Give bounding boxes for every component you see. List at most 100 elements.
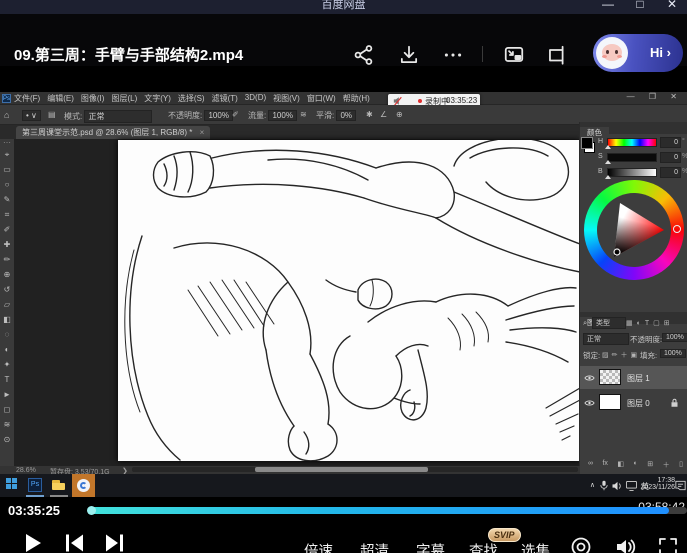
lock-position-icon: ＋ <box>621 352 631 359</box>
ps-smoothing-value: 0% <box>336 110 356 121</box>
taskbar-explorer-icon <box>52 480 65 490</box>
layers-lock-row: 锁定: ▨✏＋▣ 填充: 100% <box>580 348 687 361</box>
tray-chevron-icon: ∧ <box>590 481 595 489</box>
ps-status-bar: 28.6% 暂存盘: 3.53/70.1G ❯ <box>0 466 580 474</box>
progress-fill <box>88 507 669 514</box>
saturation-slider-thumb <box>605 160 611 164</box>
ps-flow-label: 流量: <box>248 111 266 120</box>
app-title: 百度网盘 <box>322 0 366 12</box>
ps-menu-bar: Ps 文件(F) 编辑(E) 图像(I) 图层(L) 文字(Y) 选择(S) 滤… <box>0 92 687 105</box>
tool-move-icon: ⌖ <box>0 147 14 162</box>
layers-search-icon: ⌕ <box>583 318 587 328</box>
ps-zoom-level: 28.6% <box>16 467 36 474</box>
share-button[interactable] <box>353 44 375 66</box>
ps-home-icon: ⌂ <box>4 110 9 120</box>
ps-smoothing-options-icon: ✱ <box>366 110 373 119</box>
sketch-shoulder-ball <box>454 140 568 200</box>
next-button[interactable] <box>103 531 127 553</box>
layer1-visibility-icon <box>584 374 595 382</box>
audio-mode-button[interactable] <box>570 536 592 553</box>
ps-mode-value: 正常 <box>84 110 152 123</box>
layers-adjustment-icon: ◐ <box>634 460 638 470</box>
avatar <box>596 37 628 69</box>
playlist-button[interactable]: 选集 <box>521 540 550 553</box>
saturation-slider <box>607 153 657 162</box>
sketch-bent-arm <box>125 236 337 461</box>
tray-microphone-icon <box>600 480 608 491</box>
next-icon <box>103 531 127 553</box>
tool-eraser-icon: ▱ <box>0 297 14 312</box>
ps-brush-preset-icon: • ∨ <box>22 110 41 121</box>
account-button[interactable]: Hi › <box>593 34 683 72</box>
ps-menu-view: 视图(V) <box>273 93 300 104</box>
layer1-name: 图层 1 <box>627 373 650 384</box>
tool-path-select-icon: ► <box>0 387 14 402</box>
tool-heal-icon: ✚ <box>0 237 14 252</box>
brightness-slider <box>607 168 657 177</box>
play-icon <box>20 531 44 553</box>
tool-gradient-icon: ◧ <box>0 312 14 327</box>
layers-fill-label: 填充: <box>640 350 657 361</box>
layers-mask-icon: ◧ <box>617 460 624 470</box>
ps-menu-filter: 滤镜(T) <box>212 93 238 104</box>
avatar-greeting: Hi › <box>650 45 671 60</box>
ps-brush-panel-toggle-icon: ▤ <box>48 110 56 119</box>
layer0-thumbnail <box>599 394 621 410</box>
play-button[interactable] <box>20 531 44 553</box>
pip-button[interactable] <box>503 44 525 66</box>
more-button[interactable] <box>442 44 464 66</box>
tray-volume-icon <box>612 481 623 491</box>
tray-network-icon <box>626 481 637 491</box>
tray-notifications-icon <box>675 480 686 491</box>
layer0-lock-icon <box>670 398 679 408</box>
player-controls: 倍速 超清 字幕 查找 选集 SVIP <box>0 524 687 553</box>
video-surface[interactable]: Ps 文件(F) 编辑(E) 图像(I) 图层(L) 文字(Y) 选择(S) 滤… <box>0 92 687 497</box>
previous-button[interactable] <box>62 531 86 553</box>
layer-row-0: 图层 0 <box>580 391 687 414</box>
blend-mode-select: 正常 <box>583 333 629 345</box>
ps-smoothing-label: 平滑: <box>316 111 334 120</box>
fullscreen-button[interactable] <box>657 536 679 553</box>
download-button[interactable] <box>398 44 420 66</box>
recorder-time: 03:35:23 <box>446 96 477 105</box>
ps-menu-layer: 图层(L) <box>111 93 137 104</box>
volume-button[interactable] <box>614 536 636 553</box>
hue-slider-thumb <box>605 145 611 149</box>
svip-badge: SVIP <box>488 528 521 542</box>
tool-zoom-icon: ⊙ <box>0 432 14 447</box>
tool-shape-icon: ◻ <box>0 402 14 417</box>
audio-mode-icon <box>570 536 592 553</box>
tool-blur-icon: ◌ <box>0 327 14 342</box>
layers-effects-icon: fx <box>602 460 607 470</box>
progress-start-cap <box>87 506 96 515</box>
ps-toolbox: ⋯ ⌖▭○✎⌗✐✚✏⊕↺▱◧◌◐✦T►◻≋⊙ <box>0 139 15 474</box>
quality-button[interactable]: 超清 <box>360 540 389 553</box>
mini-player-icon <box>545 44 567 66</box>
filter-shape-icon: ▢ <box>653 320 664 327</box>
lock-pixels-icon: ✏ <box>612 352 621 359</box>
ps-logo-icon: Ps <box>2 94 11 103</box>
ps-horizontal-scrollbar <box>132 467 578 472</box>
tray-time: 17:38 <box>640 477 675 484</box>
minimize-button[interactable]: — <box>600 0 616 11</box>
progress-bar[interactable] <box>88 507 687 514</box>
lock-transparent-icon: ▨ <box>602 352 612 359</box>
lock-all-icon: ▣ <box>631 352 641 359</box>
video-title: 09.第三周：手臂与手部结构2.mp4 <box>14 44 243 65</box>
mini-player-button[interactable] <box>545 44 567 66</box>
speed-button[interactable]: 倍速 <box>304 540 333 553</box>
saturation-value: 0 <box>660 152 681 163</box>
subtitles-button[interactable]: 字幕 <box>416 540 445 553</box>
ps-menu-help: 帮助(H) <box>343 93 370 104</box>
app-window: 百度网盘 — □ ✕ 09.第三周：手臂与手部结构2.mp4 <box>0 0 687 553</box>
layers-fill-value: 100% <box>660 349 686 358</box>
header: 09.第三周：手臂与手部结构2.mp4 <box>0 14 687 66</box>
maximize-button[interactable]: □ <box>632 0 648 11</box>
hue-value: 0 <box>660 137 681 148</box>
ps-canvas-region <box>14 139 580 466</box>
saturation-slider-row: S 0 % <box>598 152 686 161</box>
color-wheel <box>584 180 684 280</box>
tool-marquee-icon: ▭ <box>0 162 14 177</box>
close-button[interactable]: ✕ <box>664 0 680 11</box>
share-icon <box>353 44 375 66</box>
